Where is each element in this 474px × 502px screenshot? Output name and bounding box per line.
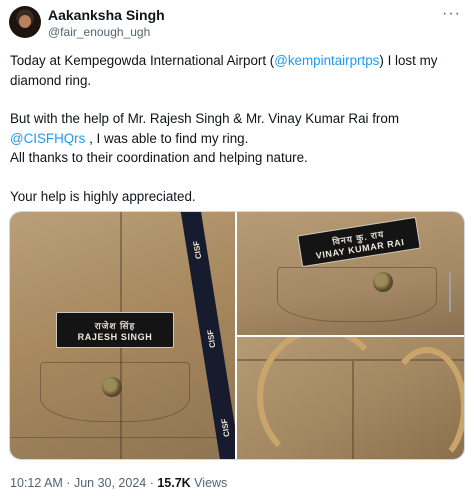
tweet-text-segment: , I was able to find my ring.	[85, 130, 249, 146]
lanyard-text: CISF	[205, 329, 217, 349]
mention-link-kempintairprtps[interactable]: @kempintairprtps	[274, 53, 379, 68]
tweet-card: Aakanksha Singh @fair_enough_ugh ··· Tod…	[0, 0, 474, 502]
lanyard-text: CISF	[219, 417, 231, 438]
tweet-line-3: @CISFHQrs , I was able to find my ring.	[10, 129, 465, 149]
cisf-lanyard: CISF CISF CISF	[180, 212, 235, 459]
views-count: 15.7K	[157, 476, 191, 490]
more-options-icon[interactable]: ···	[442, 5, 461, 23]
photo-rajesh-singh[interactable]: राजेश सिंह RAJESH SINGH CISF CISF CISF	[10, 212, 235, 459]
media-grid: राजेश सिंह RAJESH SINGH CISF CISF CISF व…	[9, 211, 465, 460]
tweet-text-segment: Today at Kempegowda International Airpor…	[10, 53, 275, 68]
tweet-line-5: Your help is highly appreciated.	[10, 188, 196, 204]
tweet-timestamp[interactable]: 10:12 AM · Jun 30, 2024 · 15.7K Views	[10, 476, 227, 490]
nameplate-english-text: RAJESH SINGH	[77, 331, 153, 342]
shoulder-cord	[257, 337, 387, 459]
mention-link-cisfhqrs[interactable]: @CISFHQrs	[10, 131, 85, 146]
tweet-date: Jun 30, 2024	[73, 476, 147, 490]
uniform-button	[373, 272, 393, 292]
photo-uniform-shoulder[interactable]	[237, 337, 464, 459]
tweet-time: 10:12 AM	[10, 476, 63, 490]
author-name[interactable]: Aakanksha Singh	[48, 7, 165, 23]
photo-vinay-kumar-rai[interactable]: विनय कु. राय VINAY KUMAR RAI	[237, 212, 464, 335]
uniform-button	[102, 377, 122, 397]
lanyard-text: CISF	[191, 240, 203, 260]
nameplate-rajesh: राजेश सिंह RAJESH SINGH	[56, 312, 174, 348]
tweet-line-1: Today at Kempegowda International Airpor…	[10, 51, 465, 90]
separator: ·	[146, 476, 158, 490]
separator: ·	[62, 476, 74, 490]
nameplate-hindi-text: राजेश सिंह	[94, 320, 136, 331]
author-avatar[interactable]	[9, 6, 41, 38]
tweet-line-2: But with the help of Mr. Rajesh Singh & …	[10, 111, 399, 126]
author-handle[interactable]: @fair_enough_ugh	[48, 25, 150, 39]
tweet-text: Today at Kempegowda International Airpor…	[10, 51, 465, 206]
views-label: Views	[190, 476, 228, 490]
shoulder-cord	[387, 347, 464, 459]
nameplate-vinay: विनय कु. राय VINAY KUMAR RAI	[297, 216, 421, 268]
tweet-line-4: All thanks to their coordination and hel…	[10, 150, 308, 165]
